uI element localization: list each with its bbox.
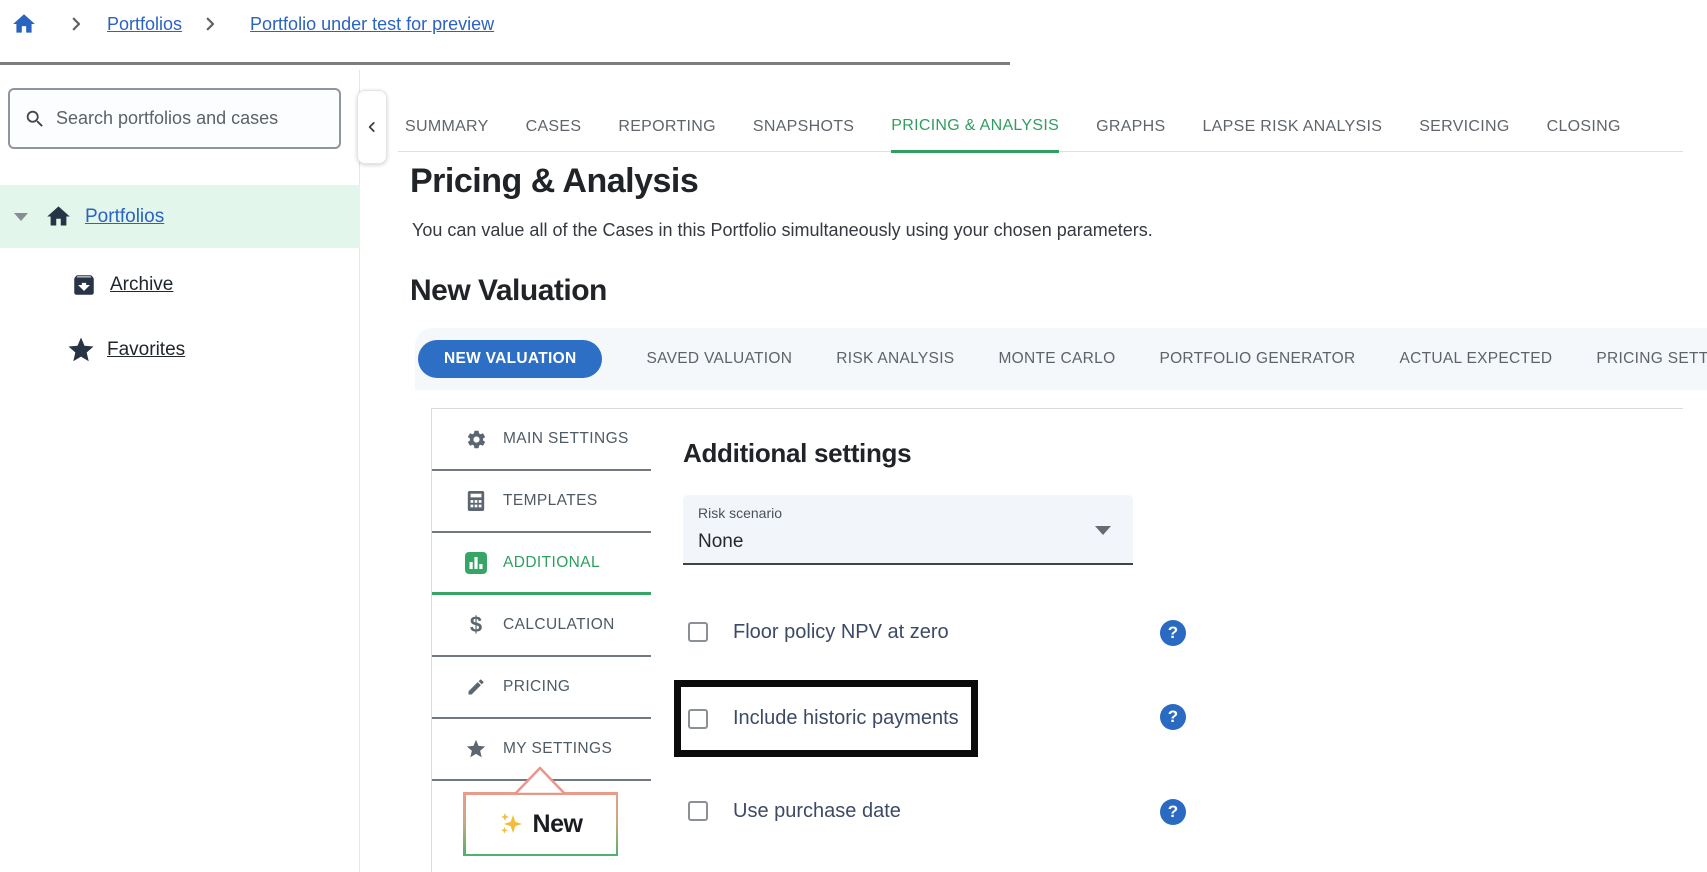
sidebar-item-archive[interactable]: Archive	[71, 272, 173, 298]
breadcrumb: Portfolios Portfolio under test for prev…	[0, 0, 494, 48]
callout-pointer-icon	[512, 765, 568, 794]
pencil-icon	[465, 676, 487, 698]
tab-monte-carlo[interactable]: MONTE CARLO	[998, 350, 1115, 368]
chevron-right-icon	[201, 15, 219, 33]
floor-policy-npv-checkbox[interactable]	[688, 622, 708, 642]
sidebar-item-portfolios[interactable]: Portfolios	[0, 185, 360, 248]
home-icon[interactable]	[11, 11, 37, 37]
app-root: Portfolios Portfolio under test for prev…	[0, 0, 1707, 872]
dropdown-caret-icon	[1095, 526, 1111, 535]
tab-servicing[interactable]: SERVICING	[1419, 118, 1509, 151]
favorites-link[interactable]: Favorites	[107, 339, 185, 361]
page-tabs: SUMMARY CASES REPORTING SNAPSHOTS PRICIN…	[398, 70, 1683, 152]
divider	[0, 62, 1010, 65]
star-icon	[465, 738, 487, 760]
caret-down-icon[interactable]	[14, 213, 28, 221]
archive-link[interactable]: Archive	[110, 274, 173, 296]
settings-nav-templates[interactable]: TEMPLATES	[432, 471, 651, 533]
home-icon	[45, 203, 72, 230]
settings-nav-additional[interactable]: ADDITIONAL	[432, 533, 651, 595]
use-purchase-date-checkbox[interactable]	[688, 801, 708, 821]
tab-reporting[interactable]: REPORTING	[618, 118, 716, 151]
risk-scenario-value: None	[698, 531, 743, 553]
search-input[interactable]	[56, 108, 336, 129]
valuation-tabs: NEW VALUATION SAVED VALUATION RISK ANALY…	[415, 328, 1707, 390]
include-historic-payments-checkbox[interactable]	[688, 709, 708, 729]
star-icon	[66, 335, 96, 365]
tab-cases[interactable]: CASES	[526, 118, 582, 151]
gear-icon	[465, 428, 487, 450]
settings-nav-label: CALCULATION	[503, 616, 615, 634]
sparkles-icon	[499, 811, 525, 837]
option-label: Floor policy NPV at zero	[733, 621, 949, 644]
help-icon[interactable]: ?	[1160, 620, 1186, 646]
tab-lapse-risk-analysis[interactable]: LAPSE RISK ANALYSIS	[1202, 118, 1382, 151]
option-label: Use purchase date	[733, 800, 901, 823]
additional-settings-heading: Additional settings	[683, 438, 911, 469]
tab-portfolio-generator[interactable]: PORTFOLIO GENERATOR	[1159, 350, 1355, 368]
tab-new-valuation[interactable]: NEW VALUATION	[418, 340, 602, 378]
tab-summary[interactable]: SUMMARY	[405, 118, 489, 151]
settings-nav-label: TEMPLATES	[503, 492, 598, 510]
tab-saved-valuation[interactable]: SAVED VALUATION	[646, 350, 792, 368]
settings-nav-label: MAIN SETTINGS	[503, 430, 629, 448]
bar-chart-icon	[465, 552, 487, 574]
main-content: SUMMARY CASES REPORTING SNAPSHOTS PRICIN…	[360, 70, 1707, 872]
option-floor-policy-npv: Floor policy NPV at zero	[688, 618, 949, 646]
tab-risk-analysis[interactable]: RISK ANALYSIS	[836, 350, 954, 368]
search-box	[8, 88, 341, 149]
option-label: Include historic payments	[733, 707, 959, 730]
archive-icon	[71, 272, 97, 298]
breadcrumb-link-current[interactable]: Portfolio under test for preview	[250, 14, 494, 35]
chevron-right-icon	[67, 15, 85, 33]
breadcrumb-link-portfolios[interactable]: Portfolios	[107, 14, 182, 35]
settings-nav-pricing[interactable]: PRICING	[432, 657, 651, 719]
tab-closing[interactable]: CLOSING	[1547, 118, 1621, 151]
calculator-icon	[465, 490, 487, 512]
help-icon[interactable]: ?	[1160, 704, 1186, 730]
settings-nav-label: PRICING	[503, 678, 570, 696]
section-title: New Valuation	[410, 274, 607, 308]
page-title: Pricing & Analysis	[410, 162, 698, 201]
portfolios-link[interactable]: Portfolios	[85, 206, 164, 228]
tab-pricing-settings[interactable]: PRICING SETTINGS	[1596, 350, 1707, 368]
sidebar: Portfolios Archive Favorites	[0, 70, 360, 872]
new-feature-callout: New	[463, 792, 618, 856]
sidebar-collapse-button[interactable]	[357, 90, 387, 164]
tab-pricing-analysis[interactable]: PRICING & ANALYSIS	[891, 117, 1059, 153]
settings-nav-calculation[interactable]: $ CALCULATION	[432, 595, 651, 657]
settings-nav-label: ADDITIONAL	[503, 554, 600, 572]
highlight-annotation: Include historic payments	[674, 680, 978, 757]
tab-graphs[interactable]: GRAPHS	[1096, 118, 1165, 151]
page-subtitle: You can value all of the Cases in this P…	[412, 220, 1153, 241]
dollar-icon: $	[465, 614, 487, 636]
new-badge-label: New	[533, 810, 583, 839]
settings-nav-label: MY SETTINGS	[503, 740, 612, 758]
risk-scenario-select[interactable]: Risk scenario None	[683, 495, 1133, 565]
search-icon	[24, 108, 46, 130]
help-icon[interactable]: ?	[1160, 799, 1186, 825]
settings-nav-main-settings[interactable]: MAIN SETTINGS	[432, 409, 651, 471]
option-use-purchase-date: Use purchase date	[688, 797, 901, 825]
chevron-left-icon	[365, 116, 379, 138]
risk-scenario-label: Risk scenario	[698, 505, 782, 521]
sidebar-item-favorites[interactable]: Favorites	[66, 335, 185, 365]
tab-snapshots[interactable]: SNAPSHOTS	[753, 118, 854, 151]
tab-actual-expected[interactable]: ACTUAL EXPECTED	[1399, 350, 1552, 368]
